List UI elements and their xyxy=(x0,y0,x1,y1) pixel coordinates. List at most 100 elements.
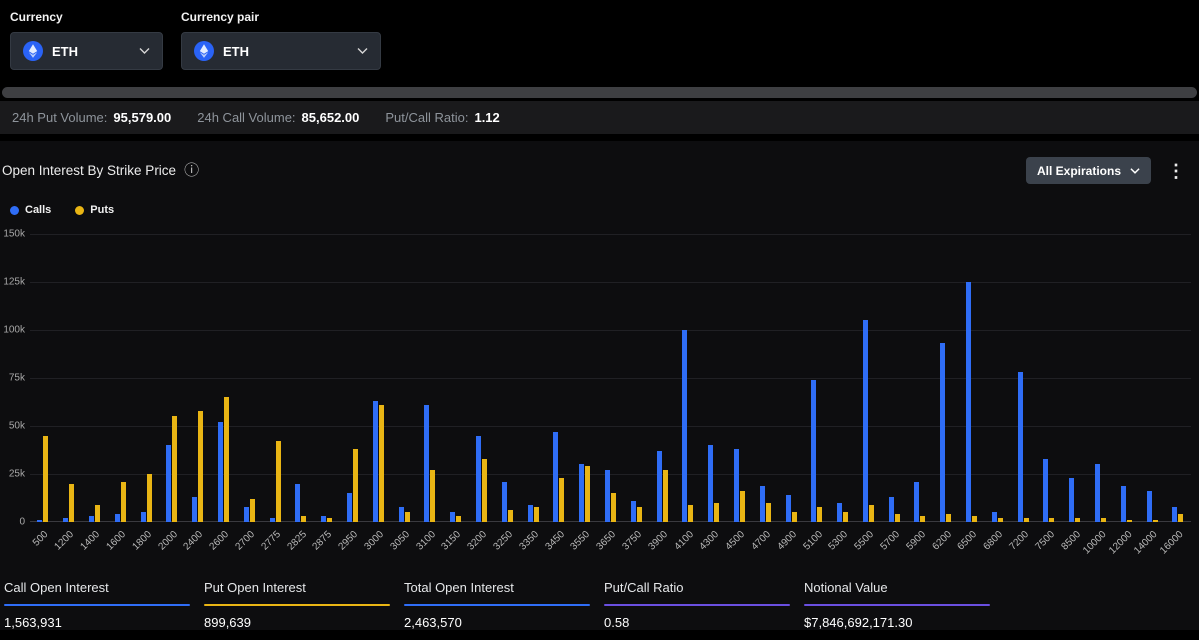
footer-stat-put-call-ratio: Put/Call Ratio0.58 xyxy=(604,580,790,630)
call-bar-5900[interactable] xyxy=(914,482,919,522)
call-bar-2000[interactable] xyxy=(166,445,171,522)
call-bar-10000[interactable] xyxy=(1095,464,1100,522)
legend-item-calls[interactable]: Calls xyxy=(10,204,51,216)
call-bar-4500[interactable] xyxy=(734,449,739,522)
put-bar-3900[interactable] xyxy=(663,470,668,522)
bar-group-2400 xyxy=(185,234,211,522)
put-bar-5700[interactable] xyxy=(895,514,900,522)
call-bar-2700[interactable] xyxy=(244,507,249,522)
y-axis-tick-label: 75k xyxy=(9,373,25,384)
call-bar-5700[interactable] xyxy=(889,497,894,522)
call-bar-7500[interactable] xyxy=(1043,459,1048,522)
call-bar-2400[interactable] xyxy=(192,497,197,522)
call-bar-5100[interactable] xyxy=(811,380,816,522)
call-bar-6800[interactable] xyxy=(992,512,997,522)
put-bar-5100[interactable] xyxy=(817,507,822,522)
x-axis-tick-label: 2600 xyxy=(208,529,232,553)
call-bar-8500[interactable] xyxy=(1069,478,1074,522)
bar-group-3100 xyxy=(417,234,443,522)
call-bar-3650[interactable] xyxy=(605,470,610,522)
currency-dropdown[interactable]: ETH xyxy=(10,32,163,70)
expirations-filter-button[interactable]: All Expirations xyxy=(1026,157,1151,184)
call-bar-3900[interactable] xyxy=(657,451,662,522)
call-bar-3100[interactable] xyxy=(424,405,429,522)
call-bar-3150[interactable] xyxy=(450,512,455,522)
call-bar-4900[interactable] xyxy=(786,495,791,522)
call-bar-1600[interactable] xyxy=(115,514,120,522)
put-bar-3050[interactable] xyxy=(405,512,410,522)
put-bar-3750[interactable] xyxy=(637,507,642,522)
call-bar-4100[interactable] xyxy=(682,330,687,522)
put-bar-5500[interactable] xyxy=(869,505,874,522)
call-bar-3000[interactable] xyxy=(373,401,378,522)
info-icon[interactable]: ⓘ xyxy=(184,163,199,178)
footer-stat-value: 1,563,931 xyxy=(4,615,190,630)
call-bar-12000[interactable] xyxy=(1121,486,1126,522)
x-axis-tick-label: 3750 xyxy=(621,529,645,553)
put-bar-3200[interactable] xyxy=(482,459,487,522)
put-bar-2000[interactable] xyxy=(172,416,177,522)
put-bar-3650[interactable] xyxy=(611,493,616,522)
x-axis-labels: 5001200140016001800200024002600270027752… xyxy=(30,522,1199,568)
put-bar-4900[interactable] xyxy=(792,512,797,522)
put-bar-4100[interactable] xyxy=(688,505,693,522)
legend-dot-icon xyxy=(10,206,19,215)
x-axis-label-slot: 4300 xyxy=(701,522,727,568)
put-bar-16000[interactable] xyxy=(1178,514,1183,522)
call-bar-5300[interactable] xyxy=(837,503,842,522)
currency-pair-dropdown[interactable]: ETH xyxy=(181,32,381,70)
put-bar-2950[interactable] xyxy=(353,449,358,522)
plot-area[interactable] xyxy=(30,234,1191,522)
bar-group-12000 xyxy=(1113,234,1139,522)
put-bar-3100[interactable] xyxy=(430,470,435,522)
call-bar-3750[interactable] xyxy=(631,501,636,522)
volume-stat-value: 85,652.00 xyxy=(302,110,360,125)
kebab-menu-icon[interactable]: ⋮ xyxy=(1167,162,1185,180)
x-axis-tick-label: 8500 xyxy=(1059,529,1083,553)
volume-stat-value: 1.12 xyxy=(474,110,499,125)
x-axis-label-slot: 16000 xyxy=(1165,522,1191,568)
put-bar-3350[interactable] xyxy=(534,507,539,522)
put-bar-6200[interactable] xyxy=(946,514,951,522)
legend-item-puts[interactable]: Puts xyxy=(75,204,114,216)
call-bar-6200[interactable] xyxy=(940,343,945,522)
x-axis-label-slot: 5900 xyxy=(907,522,933,568)
put-bar-4700[interactable] xyxy=(766,503,771,522)
x-axis-label-slot: 6800 xyxy=(984,522,1010,568)
put-bar-3550[interactable] xyxy=(585,466,590,522)
put-bar-3450[interactable] xyxy=(559,478,564,522)
call-bar-7200[interactable] xyxy=(1018,372,1023,522)
put-bar-5300[interactable] xyxy=(843,512,848,522)
put-bar-1800[interactable] xyxy=(147,474,152,522)
call-bar-3350[interactable] xyxy=(528,505,533,522)
put-bar-3250[interactable] xyxy=(508,510,513,522)
call-bar-2825[interactable] xyxy=(295,484,300,522)
call-bar-3050[interactable] xyxy=(399,507,404,522)
call-bar-6500[interactable] xyxy=(966,282,971,522)
call-bar-3450[interactable] xyxy=(553,432,558,522)
put-bar-2700[interactable] xyxy=(250,499,255,522)
put-bar-2600[interactable] xyxy=(224,397,229,522)
call-bar-3550[interactable] xyxy=(579,464,584,522)
put-bar-3000[interactable] xyxy=(379,405,384,522)
put-bar-4500[interactable] xyxy=(740,491,745,522)
call-bar-4700[interactable] xyxy=(760,486,765,522)
put-bar-2775[interactable] xyxy=(276,441,281,522)
put-bar-4300[interactable] xyxy=(714,503,719,522)
put-bar-1400[interactable] xyxy=(95,505,100,522)
call-bar-5500[interactable] xyxy=(863,320,868,522)
call-bar-16000[interactable] xyxy=(1172,507,1177,522)
put-bar-2400[interactable] xyxy=(198,411,203,522)
call-bar-2600[interactable] xyxy=(218,422,223,522)
put-bar-500[interactable] xyxy=(43,436,48,522)
x-axis-tick-label: 5100 xyxy=(801,529,825,553)
put-bar-1200[interactable] xyxy=(69,484,74,522)
put-bar-1600[interactable] xyxy=(121,482,126,522)
call-bar-3250[interactable] xyxy=(502,482,507,522)
call-bar-1800[interactable] xyxy=(141,512,146,522)
horizontal-scrollbar-thumb[interactable] xyxy=(2,87,1197,98)
call-bar-2950[interactable] xyxy=(347,493,352,522)
call-bar-3200[interactable] xyxy=(476,436,481,522)
call-bar-4300[interactable] xyxy=(708,445,713,522)
call-bar-14000[interactable] xyxy=(1147,491,1152,522)
